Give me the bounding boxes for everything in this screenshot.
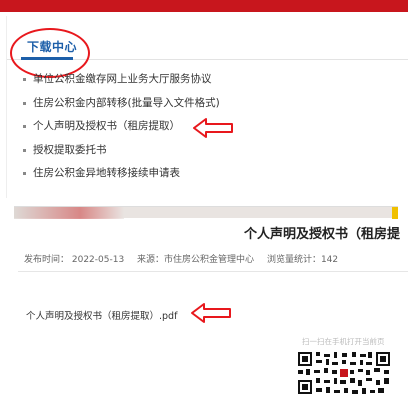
download-item-label[interactable]: 住房公积金内部转移(批量导入文件格式): [33, 97, 220, 109]
panel-header: 下载中心: [7, 16, 408, 78]
annotation-arrow-icon: [191, 303, 231, 323]
bullet-icon: [23, 172, 26, 175]
qr-caption: 扫一扫在手机打开当前页: [302, 337, 385, 346]
banner-image: [14, 207, 124, 219]
article-meta: 发布时间： 2022-05-13 来源：市住房公积金管理中心 浏览量统计：142: [24, 252, 348, 265]
top-banner-strip: [0, 0, 408, 12]
banner-accent: [392, 207, 398, 219]
publish-time: 发布时间： 2022-05-13: [24, 255, 125, 265]
download-item[interactable]: 住房公积金异地转移接续申请表: [7, 165, 408, 189]
download-center-panel: 下载中心 单位公积金缴存网上业务大厅服务协议 住房公积金内部转移(批量导入文件格…: [6, 16, 408, 198]
download-item[interactable]: 住房公积金内部转移(批量导入文件格式): [7, 95, 408, 119]
qr-code-icon: [296, 350, 392, 396]
bullet-icon: [23, 148, 26, 152]
download-item-label[interactable]: 住房公积金异地转移接续申请表: [33, 167, 180, 179]
bullet-icon: [23, 78, 26, 81]
meta-divider: [18, 271, 408, 272]
bullet-icon: [23, 125, 26, 128]
download-item[interactable]: 单位公积金缴存网上业务大厅服务协议: [7, 71, 408, 95]
attachment-link[interactable]: 个人声明及授权书（租房提取）.pdf: [26, 308, 177, 322]
article-title: 个人声明及授权书（租房提: [244, 227, 401, 242]
article-source: 来源：市住房公积金管理中心: [137, 255, 255, 265]
banner-image-strip: [14, 206, 398, 219]
download-item-label[interactable]: 单位公积金缴存网上业务大厅服务协议: [33, 73, 212, 85]
view-count: 浏览量统计：142: [266, 255, 339, 265]
download-item[interactable]: 授权提取委托书: [7, 142, 408, 166]
download-item-label[interactable]: 授权提取委托书: [33, 144, 107, 156]
annotation-arrow-icon: [193, 118, 233, 138]
bullet-icon: [23, 101, 26, 105]
download-item-label[interactable]: 个人声明及授权书（租房提取）: [33, 120, 180, 132]
